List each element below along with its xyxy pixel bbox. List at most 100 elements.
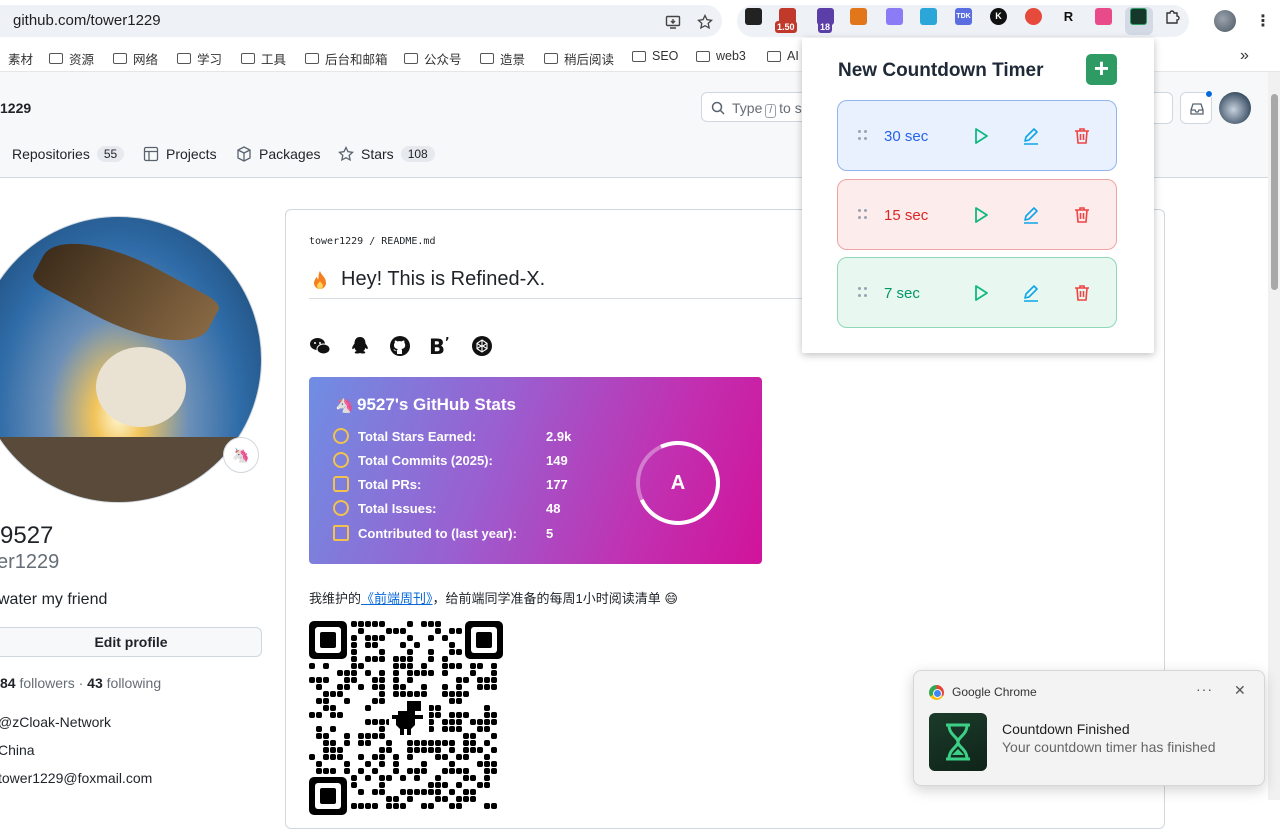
delete-icon[interactable] [1072, 126, 1092, 146]
breadcrumb-file[interactable]: README.md [381, 236, 435, 247]
timer-row[interactable]: 15 sec [837, 179, 1117, 250]
folder-icon [305, 53, 319, 64]
avatar-rock-area [0, 437, 261, 502]
bookmark-folder[interactable]: 后台和邮箱 [305, 49, 388, 68]
inbox-icon [1190, 103, 1204, 115]
bookmark-folder[interactable]: 稍后阅读 [544, 49, 614, 68]
bookmark-folder[interactable]: SEO [632, 49, 678, 63]
tab-count: 108 [400, 146, 435, 162]
play-icon[interactable] [971, 283, 991, 303]
edit-icon[interactable] [1021, 283, 1041, 303]
metamask-icon[interactable] [850, 8, 867, 25]
r-extension-icon[interactable]: R [1060, 8, 1077, 25]
k-extension-icon[interactable]: K [990, 8, 1007, 25]
github-search-input[interactable]: Type / to s [701, 92, 811, 122]
readme-breadcrumb: tower1229 / README.md [309, 236, 435, 247]
extension-icon-5[interactable] [886, 8, 903, 25]
profile-bio: water my friend [0, 591, 108, 608]
profile-email[interactable]: tower1229@foxmail.com [0, 770, 152, 786]
hourglass-extension-icon[interactable] [1130, 8, 1147, 25]
github-stats-card: 🦄 9527's GitHub Stats Total Stars Earned… [309, 377, 762, 564]
stat-label: Contributed to (last year): [358, 525, 517, 541]
weekly-link[interactable]: 《前端周刊》 [361, 591, 433, 606]
notification-dot [1205, 90, 1213, 98]
omnibox[interactable]: github.com/tower1229 [0, 5, 722, 37]
followers-link[interactable]: followers [19, 675, 74, 691]
weekly-suffix: ，给前端同学准备的每周1小时阅读清单 😄 [432, 591, 678, 606]
stat-value: 5 [546, 525, 554, 541]
folder-icon [113, 53, 127, 64]
bookmark-folder[interactable]: 素材 [8, 49, 33, 68]
close-icon[interactable]: ✕ [1234, 682, 1246, 699]
follow-separator: · [78, 675, 84, 691]
drag-handle-icon[interactable] [858, 209, 868, 221]
bookmark-folder[interactable]: 工具 [241, 49, 286, 68]
extension-icon-9[interactable] [1025, 8, 1042, 25]
header-username[interactable]: 1229 [0, 100, 31, 116]
tab-stars[interactable]: Stars 108 [338, 146, 435, 162]
delete-icon[interactable] [1072, 205, 1092, 225]
folder-icon [49, 53, 63, 64]
breadcrumb-separator: / [369, 236, 376, 247]
url-text[interactable]: github.com/tower1229 [13, 12, 161, 29]
bookmark-folder[interactable]: AI [767, 49, 799, 63]
bookmarks-overflow-icon[interactable]: » [1240, 47, 1249, 65]
github-icon[interactable] [389, 335, 411, 357]
stat-row: Total Stars Earned: 2.9k [333, 428, 571, 444]
bookmark-folder[interactable]: 资源 [49, 49, 94, 68]
bookmark-label: 学习 [197, 53, 223, 67]
status-emoji-button[interactable]: 🦄 [223, 437, 259, 473]
drag-handle-icon[interactable] [858, 287, 868, 299]
blog-icon[interactable]: B’ [429, 335, 455, 357]
bookmark-folder[interactable]: 网络 [113, 49, 158, 68]
codepen-icon[interactable] [471, 335, 493, 357]
install-app-icon[interactable] [665, 14, 681, 30]
extension-icon-6[interactable] [920, 8, 937, 25]
puzzle-extensions-icon[interactable] [1164, 8, 1181, 25]
bookmark-star-icon[interactable] [697, 14, 713, 30]
tab-repositories[interactable]: Repositories 55 [0, 146, 125, 162]
chrome-menu-icon[interactable]: ⋮ [1255, 11, 1271, 31]
add-timer-button[interactable]: + [1086, 54, 1117, 85]
bookmark-folder[interactable]: 学习 [177, 49, 222, 68]
stats-title: 9527's GitHub Stats [357, 395, 516, 414]
bookmark-folder[interactable]: 造景 [480, 49, 525, 68]
following-link[interactable]: following [107, 675, 161, 691]
timer-row[interactable]: 30 sec [837, 100, 1117, 171]
user-avatar[interactable] [1219, 92, 1251, 124]
breadcrumb-user[interactable]: tower1229 [309, 236, 363, 247]
qq-icon[interactable] [349, 335, 371, 357]
repo-icon [333, 525, 349, 541]
bookmark-folder[interactable]: web3 [696, 49, 746, 63]
avatar-bird-body [96, 347, 186, 427]
delete-icon[interactable] [1072, 283, 1092, 303]
extension-icon-1[interactable] [745, 8, 762, 25]
stat-value: 48 [546, 500, 561, 516]
profile-org[interactable]: @zCloak-Network [0, 714, 111, 730]
stat-label: Total Stars Earned: [358, 428, 477, 444]
chrome-notification[interactable]: Google Chrome ··· ✕ Countdown Finished Y… [913, 670, 1265, 786]
profile-avatar-large[interactable] [0, 216, 262, 503]
extension-icon-11[interactable] [1095, 8, 1112, 25]
tab-label: Repositories [12, 146, 90, 162]
chrome-profile-avatar[interactable] [1214, 10, 1236, 32]
followers-count[interactable]: 84 [0, 675, 16, 691]
timer-row[interactable]: 7 sec [837, 257, 1117, 328]
scrollbar-thumb[interactable] [1271, 94, 1278, 290]
folder-icon [544, 53, 558, 64]
bookmark-folder[interactable]: 公众号 [404, 49, 462, 68]
edit-profile-button[interactable]: Edit profile [0, 627, 262, 657]
edit-icon[interactable] [1021, 205, 1041, 225]
bookmark-label: 资源 [69, 53, 95, 67]
wechat-icon[interactable] [309, 335, 331, 357]
tdk-extension-icon[interactable]: TDK [955, 8, 972, 25]
tab-projects[interactable]: Projects [143, 146, 217, 162]
play-icon[interactable] [971, 205, 991, 225]
edit-icon[interactable] [1021, 126, 1041, 146]
tab-packages[interactable]: Packages [236, 146, 320, 162]
drag-handle-icon[interactable] [858, 130, 868, 142]
more-options-icon[interactable]: ··· [1196, 681, 1213, 697]
following-count[interactable]: 43 [87, 675, 103, 691]
browser-toolbar: github.com/tower1229 1.50 18 TDK K R ⋮ [0, 0, 1280, 42]
play-icon[interactable] [971, 126, 991, 146]
